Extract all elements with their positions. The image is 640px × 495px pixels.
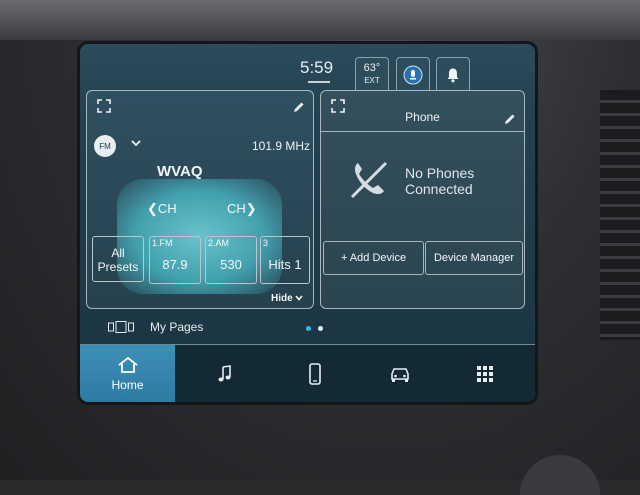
preset-value: 87.9 [162, 257, 188, 272]
nav-media[interactable] [185, 345, 265, 402]
music-note-icon [218, 365, 231, 382]
all-presets-button[interactable]: All Presets [92, 236, 144, 282]
no-phones-line2: Connected [405, 181, 473, 197]
chevron-down-icon [295, 295, 304, 301]
nav-phone[interactable] [275, 345, 355, 402]
air-vent [600, 90, 640, 340]
temperature-label: EXT [364, 76, 380, 85]
pages-icon [108, 321, 134, 333]
channel-next-button[interactable]: CH❯ [227, 201, 257, 217]
outside-temperature[interactable]: 63° EXT [355, 57, 389, 93]
phone-title: Phone [405, 110, 440, 124]
chevron-down-icon[interactable] [131, 139, 141, 147]
page-indicator-active [306, 326, 311, 331]
infotainment-screen: 5:59 63° EXT FM 101.9 MHz WVAQ ❮CH CH❯ A… [80, 44, 535, 402]
preset-value: 530 [220, 257, 242, 272]
all-presets-line2: Presets [97, 260, 139, 274]
radio-widget: FM 101.9 MHz WVAQ ❮CH CH❯ All Presets 1.… [86, 90, 314, 309]
nav-home-label: Home [111, 378, 144, 392]
nav-home[interactable]: Home [80, 345, 175, 402]
add-device-button[interactable]: + Add Device [323, 241, 424, 275]
all-presets-line1: All [111, 246, 125, 260]
preset-1[interactable]: 1.FM 87.9 [149, 236, 201, 284]
home-icon [117, 356, 138, 373]
preset-2[interactable]: 2.AM 530 [205, 236, 257, 284]
ch-next-label: CH [227, 201, 246, 216]
bottom-nav: Home [80, 344, 535, 402]
nav-vehicle[interactable] [360, 345, 440, 402]
clock: 5:59 [300, 58, 334, 77]
band-badge[interactable]: FM [94, 135, 116, 157]
notifications-button[interactable] [436, 57, 470, 93]
page-indicator [318, 326, 323, 331]
car-icon [391, 368, 409, 382]
voice-assistant-button[interactable] [396, 57, 430, 93]
phone-header: Phone [321, 91, 524, 132]
no-phone-icon [350, 161, 388, 199]
smartphone-icon [309, 363, 321, 385]
preset-number: 1.FM [152, 238, 173, 248]
preset-3[interactable]: 3 Hits 1 [260, 236, 310, 284]
apps-grid-icon [477, 366, 493, 382]
expand-icon[interactable] [97, 99, 111, 113]
edit-pencil-icon[interactable] [504, 113, 516, 125]
hide-presets-button[interactable]: Hide [271, 293, 304, 304]
preset-number: 3 [263, 238, 269, 248]
station-name: WVAQ [157, 163, 203, 180]
preset-value: Hits 1 [268, 257, 302, 272]
preset-number: 2.AM [208, 238, 230, 248]
clock-underline [308, 81, 330, 83]
edit-pencil-icon[interactable] [293, 101, 305, 113]
ch-prev-label: CH [157, 201, 177, 216]
phone-widget: Phone No Phones Connected + Add Device D… [320, 90, 525, 309]
my-pages-bar[interactable]: My Pages [80, 312, 535, 344]
channel-prev-button[interactable]: ❮CH [147, 201, 177, 217]
temperature-value: 63° [363, 62, 381, 74]
bell-icon [447, 68, 459, 83]
chevron-left-icon: ❮ [147, 201, 158, 216]
no-phones-status: No Phones Connected [405, 165, 474, 197]
chevron-right-icon: ❯ [245, 201, 257, 216]
frequency-display: 101.9 MHz [252, 139, 311, 153]
device-manager-button[interactable]: Device Manager [425, 241, 523, 275]
hide-label: Hide [271, 293, 293, 304]
my-pages-label: My Pages [150, 320, 204, 334]
no-phones-line1: No Phones [405, 165, 475, 181]
nav-apps[interactable] [445, 345, 525, 402]
voice-icon [403, 65, 423, 85]
bezel-top-trim [0, 0, 640, 40]
status-bar: 5:59 63° EXT [80, 44, 535, 93]
